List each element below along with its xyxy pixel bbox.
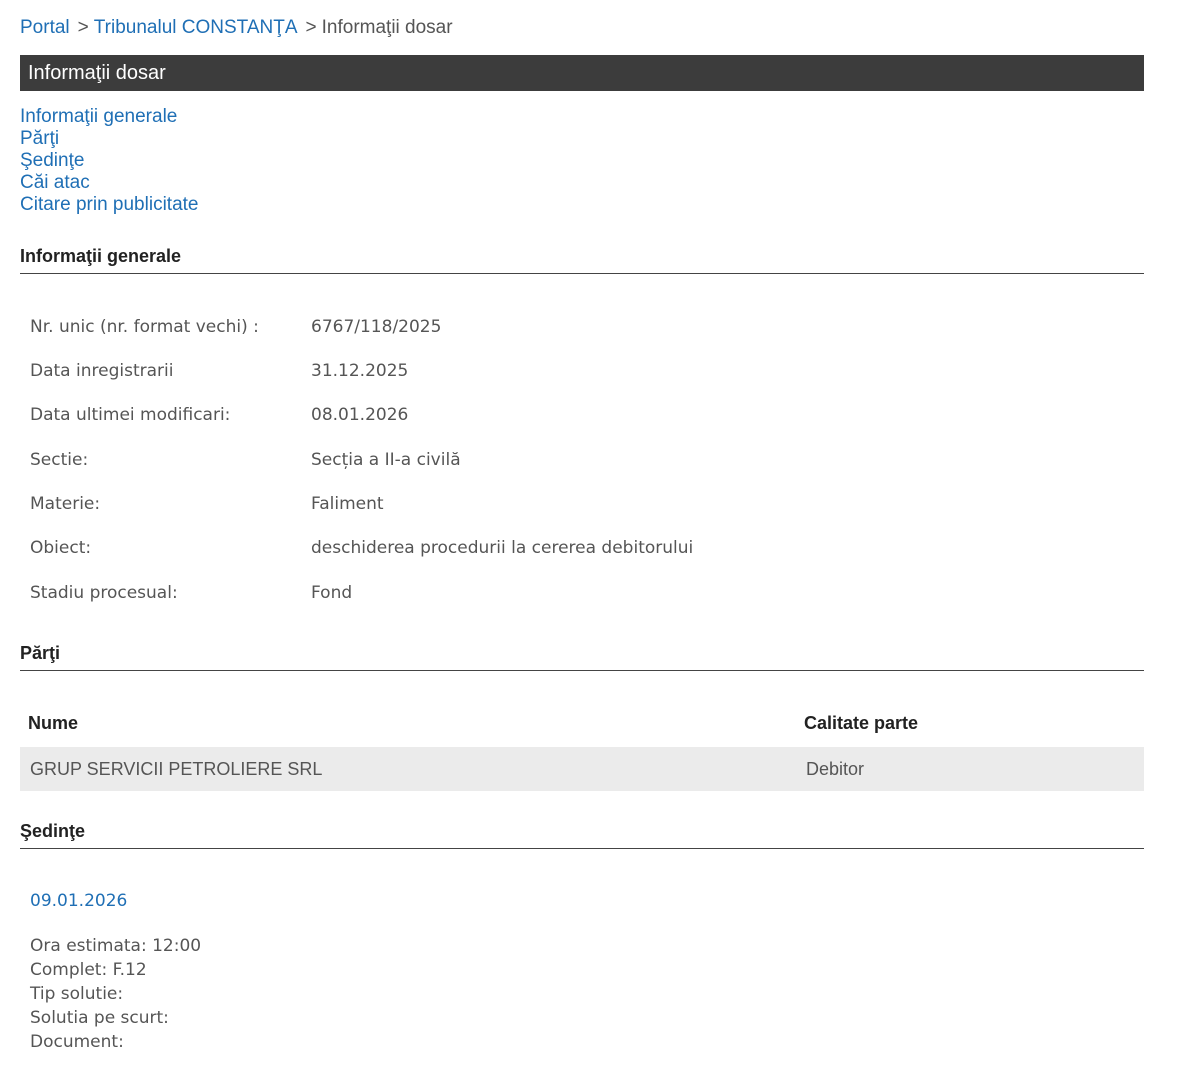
breadcrumb-court-link[interactable]: Tribunalul CONSTANŢA <box>94 17 298 38</box>
nav-link-hearings[interactable]: Şedinţe <box>20 150 198 172</box>
parties-heading: Părţi <box>20 642 1144 671</box>
hearing-panel: Complet: F.12 <box>30 960 147 980</box>
info-row-last-modified: Data ultimei modificari: 08.01.2026 <box>30 403 408 427</box>
info-value: Secția a II-a civilă <box>311 450 461 470</box>
breadcrumb-current: Informaţii dosar <box>321 17 453 38</box>
info-value: 6767/118/2025 <box>311 317 442 337</box>
hearing-details: Ora estimata: 12:00 Complet: F.12 Tip so… <box>30 934 201 1054</box>
party-role: Debitor <box>806 759 865 779</box>
info-row-registration-date: Data inregistrarii 31.12.2025 <box>30 359 408 383</box>
info-value: deschiderea procedurii la cererea debito… <box>311 538 694 558</box>
info-value: 08.01.2026 <box>311 405 409 425</box>
nav-link-appeals[interactable]: Căi atac <box>20 172 198 194</box>
info-row-case-number: Nr. unic (nr. format vechi) : 6767/118/20… <box>30 315 441 339</box>
info-value: 31.12.2025 <box>311 361 409 381</box>
hearing-estimated-time: Ora estimata: 12:00 <box>30 936 202 956</box>
info-label: Stadiu procesual: <box>30 583 178 603</box>
info-label: Obiect: <box>30 538 92 558</box>
breadcrumb-separator: > <box>77 17 89 38</box>
parties-column-name: Nume <box>28 713 79 733</box>
nav-link-public-summons[interactable]: Citare prin publicitate <box>20 194 198 216</box>
page-title-bar: Informaţii dosar <box>20 55 1144 91</box>
breadcrumb-separator: > <box>305 17 317 38</box>
info-label: Materie: <box>30 494 101 514</box>
party-name: GRUP SERVICII PETROLIERE SRL <box>30 759 323 779</box>
info-row-matter: Materie: Faliment <box>30 492 384 516</box>
info-value: Fond <box>311 583 353 603</box>
hearing-document: Document: <box>30 1032 124 1052</box>
hearing-solution-type: Tip solutie: <box>30 984 124 1004</box>
info-value: Faliment <box>311 494 384 514</box>
info-row-section: Sectie: Secția a II-a civilă <box>30 448 461 472</box>
nav-link-parties[interactable]: Părţi <box>20 128 198 150</box>
table-row: GRUP SERVICII PETROLIERE SRL Debitor <box>20 747 1144 791</box>
breadcrumb: Portal > Tribunalul CONSTANŢA > Informaţii d… <box>20 16 453 40</box>
parties-column-role: Calitate parte <box>804 713 919 733</box>
info-label: Sectie: <box>30 450 89 470</box>
hearing-solution-summary: Solutia pe scurt: <box>30 1008 169 1028</box>
hearing-date-link[interactable]: 09.01.2026 <box>30 890 127 912</box>
info-label: Data inregistrarii <box>30 361 174 381</box>
info-label: Data ultimei modificari: <box>30 405 231 425</box>
nav-link-general-info[interactable]: Informaţii generale <box>20 106 198 128</box>
hearings-heading: Şedinţe <box>20 820 1144 849</box>
section-nav: Informaţii generale Părţi Şedinţe Căi at… <box>20 106 198 216</box>
info-row-object: Obiect: deschiderea procedurii la cererea… <box>30 536 693 560</box>
info-row-procedural-stage: Stadiu procesual: Fond <box>30 581 352 605</box>
general-info-heading: Informaţii generale <box>20 245 1144 274</box>
breadcrumb-portal-link[interactable]: Portal <box>20 17 70 38</box>
info-label: Nr. unic (nr. format vechi) : <box>30 317 259 337</box>
